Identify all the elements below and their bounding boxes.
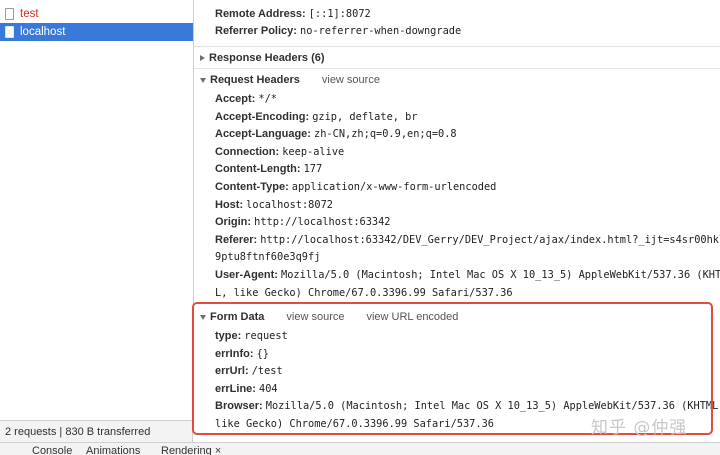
header-key: Remote Address: <box>215 8 306 20</box>
header-key: errInfo: <box>215 347 254 360</box>
header-value: gzip, deflate, br <box>312 110 418 123</box>
header-row: Accept: */* <box>215 91 277 109</box>
header-row: errUrl: /test <box>215 363 283 381</box>
header-key: Origin: <box>215 216 252 229</box>
header-value: Mozilla/5.0 (Macintosh; Intel Mac OS X 1… <box>265 400 720 413</box>
form-data-section[interactable]: Form Data view source view URL encoded <box>194 306 720 328</box>
request-headers-section[interactable]: Request Headers view source <box>194 68 720 91</box>
header-row: Origin: http://localhost:63342 <box>215 214 391 232</box>
header-value: L, like Gecko) Chrome/67.0.3396.99 Safar… <box>215 286 513 299</box>
header-key: type: <box>215 330 242 342</box>
request-name: test <box>20 8 39 20</box>
header-value-continuation: L, like Gecko) Chrome/67.0.3396.99 Safar… <box>215 285 513 303</box>
collapse-triangle-icon <box>200 314 206 320</box>
header-value: 177 <box>303 163 323 176</box>
header-row: Content-Type: application/x-www-form-url… <box>215 179 496 197</box>
header-value: Mozilla/5.0 (Macintosh; Intel Mac OS X 1… <box>281 269 720 281</box>
header-value-continuation: like Gecko) Chrome/67.0.3396.99 Safari/5… <box>215 416 494 434</box>
section-title: Form Data <box>210 311 265 323</box>
header-row: Accept-Language: zh-CN,zh;q=0.9,en;q=0.8 <box>215 126 457 144</box>
request-item-test[interactable]: test <box>0 5 193 23</box>
view-source-link[interactable]: view source <box>286 311 344 323</box>
header-value: [::1]:8072 <box>308 8 371 20</box>
header-row: User-Agent: Mozilla/5.0 (Macintosh; Inte… <box>215 267 720 285</box>
drawer-tabbar: Console Animations Rendering × <box>0 442 720 455</box>
collapse-triangle-icon <box>200 77 206 83</box>
header-row: Accept-Encoding: gzip, deflate, br <box>215 109 418 127</box>
network-summary: 2 requests | 830 B transferred <box>0 420 193 442</box>
general-referrer-policy: Referrer Policy: no-referrer-when-downgr… <box>215 23 461 41</box>
header-row: type: request <box>215 328 288 346</box>
header-key: Connection: <box>215 145 280 158</box>
header-value: 404 <box>259 382 278 395</box>
request-list: test localhost <box>0 0 194 420</box>
view-url-encoded-link[interactable]: view URL encoded <box>366 311 458 323</box>
request-name: localhost <box>20 26 66 38</box>
header-row: Connection: keep-alive <box>215 144 344 162</box>
section-title: Request Headers <box>210 74 300 86</box>
header-key: Content-Length: <box>215 163 301 176</box>
header-key: Browser: <box>215 400 263 413</box>
section-title: Response Headers (6) <box>209 52 325 64</box>
header-key: Referer: <box>215 233 258 246</box>
header-value: http://localhost:63342 <box>254 216 391 229</box>
header-key: Content-Type: <box>215 181 289 193</box>
header-row: errInfo: {} <box>215 346 269 364</box>
request-item-localhost[interactable]: localhost <box>0 23 193 41</box>
header-value: 9ptu8ftnf60e3q9fj <box>215 251 321 264</box>
file-icon <box>5 26 14 38</box>
header-value: request <box>244 330 288 342</box>
header-value: {} <box>256 347 269 360</box>
file-icon <box>5 8 14 20</box>
header-key: Accept-Language: <box>215 128 311 141</box>
view-source-link[interactable]: view source <box>322 74 380 86</box>
header-key: errUrl: <box>215 365 249 378</box>
expand-triangle-icon <box>200 55 205 61</box>
header-row: errLine: 404 <box>215 381 278 399</box>
header-value: http://localhost:63342/DEV_Gerry/DEV_Pro… <box>260 233 720 246</box>
header-key: Accept-Encoding: <box>215 110 310 123</box>
header-value: keep-alive <box>282 145 345 158</box>
header-key: User-Agent: <box>215 269 278 281</box>
header-value: zh-CN,zh;q=0.9,en;q=0.8 <box>314 128 457 141</box>
response-headers-section[interactable]: Response Headers (6) <box>194 46 720 69</box>
header-value: */* <box>258 93 278 105</box>
header-key: errLine: <box>215 382 256 395</box>
header-value-continuation: 9ptu8ftnf60e3q9fj <box>215 249 320 267</box>
header-value: localhost:8072 <box>246 198 333 211</box>
header-value: application/x-www-form-urlencoded <box>291 181 497 193</box>
general-remote-address: Remote Address: [::1]:8072 <box>215 6 371 24</box>
header-row: Host: localhost:8072 <box>215 197 333 215</box>
header-value: /test <box>251 365 283 378</box>
headers-panel: Remote Address: [::1]:8072 Referrer Poli… <box>194 0 720 442</box>
header-key: Host: <box>215 198 244 211</box>
header-value: like Gecko) Chrome/67.0.3396.99 Safari/5… <box>215 418 494 430</box>
header-row: Content-Length: 177 <box>215 161 322 179</box>
watermark: 知乎 @仲强 <box>591 418 688 438</box>
header-key: Referrer Policy: <box>215 25 297 37</box>
header-row: Referer: http://localhost:63342/DEV_Gerr… <box>215 232 720 250</box>
header-value: no-referrer-when-downgrade <box>300 25 462 37</box>
header-key: Accept: <box>215 93 256 105</box>
